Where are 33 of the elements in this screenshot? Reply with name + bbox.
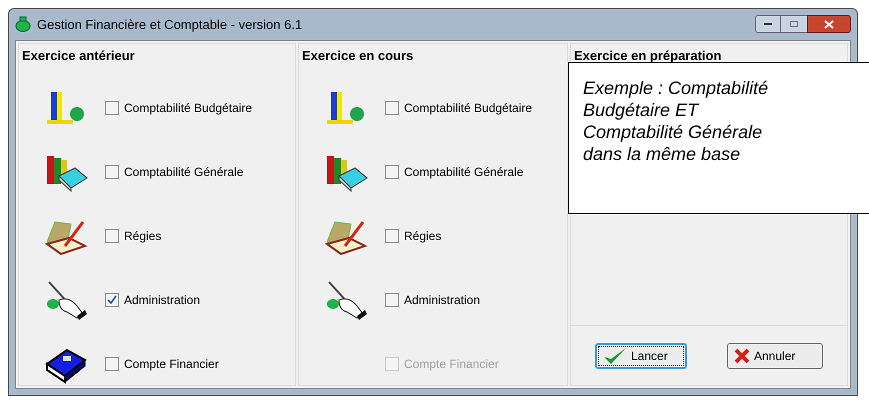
maximize-button[interactable] — [781, 15, 807, 34]
checkbox-label: Comptabilité Budgétaire — [404, 100, 532, 117]
checkmark-icon — [603, 346, 627, 364]
callout-text: Exemple : Comptabilité Budgétaire ET Comptabilité Générale dans la même base — [583, 77, 770, 165]
money-bag-icon — [15, 16, 31, 32]
window-title: Gestion Financière et Comptable - version 6.1 — [37, 16, 302, 34]
close-button[interactable] — [807, 15, 851, 34]
cancel-button[interactable]: Annuler — [727, 342, 823, 368]
checkbox-label: Administration — [124, 292, 200, 309]
checkbox-label: Comptabilité Générale — [124, 164, 244, 181]
group-title: Exercice en cours — [300, 46, 414, 64]
launch-button[interactable]: Lancer — [595, 342, 687, 368]
checkbox[interactable] — [384, 165, 399, 179]
group-title: Exercice antérieur — [21, 46, 136, 64]
group-title: Exercice en préparation — [573, 46, 722, 64]
checkbox[interactable] — [105, 101, 119, 115]
checkbox[interactable] — [384, 293, 399, 307]
checkbox-label: Compte Financier — [404, 356, 499, 373]
checkbox[interactable] — [384, 101, 399, 115]
checkbox-label: Comptabilité Générale — [404, 164, 524, 181]
checkbox[interactable] — [105, 293, 119, 307]
checkbox[interactable] — [384, 229, 399, 243]
close-icon — [824, 20, 834, 29]
checkbox[interactable] — [105, 165, 119, 179]
checkbox-label: Compte Financier — [124, 356, 219, 373]
cross-icon — [734, 348, 750, 364]
checkbox-label: Régies — [404, 228, 442, 245]
checkbox-label: Comptabilité Budgétaire — [124, 100, 252, 117]
checkbox[interactable] — [105, 357, 119, 371]
minimize-button[interactable] — [755, 15, 781, 34]
checkbox[interactable] — [105, 229, 119, 243]
checkbox-label: Régies — [124, 228, 162, 245]
checkbox-label: Administration — [404, 292, 480, 309]
